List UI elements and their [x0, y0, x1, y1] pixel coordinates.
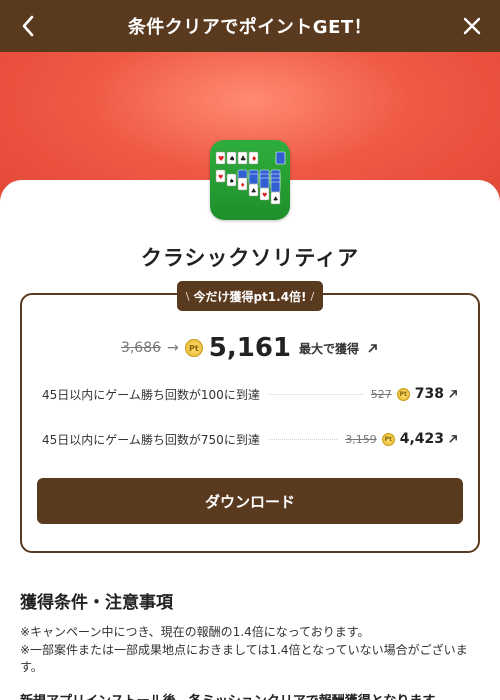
badge-label: 今だけ獲得pt1.4倍!: [193, 289, 307, 304]
close-button[interactable]: [458, 12, 486, 40]
external-arrow-icon[interactable]: [365, 341, 379, 355]
close-icon: [463, 17, 481, 35]
campaign-badge: \ 今だけ獲得pt1.4倍! /: [177, 281, 323, 311]
point-coin-icon: Pt: [381, 432, 395, 446]
old-total-points: 3,686: [120, 340, 162, 356]
arrow-right-icon: →: [167, 340, 179, 356]
badge-left-deco: \: [185, 289, 190, 303]
svg-text:♣: ♣: [273, 196, 278, 203]
condition-row: 45日以内にゲーム勝ち回数が100に到達 527 Pt 738: [42, 383, 460, 405]
chevron-left-icon: [22, 15, 34, 37]
svg-text:♠: ♠: [229, 155, 235, 163]
condition-row: 45日以内にゲーム勝ち回数が750に到達 3,159 Pt 4,423: [42, 428, 460, 450]
svg-text:♥: ♥: [262, 192, 267, 199]
svg-text:♦: ♦: [240, 182, 245, 189]
condition-text: 45日以内にゲーム勝ち回数が750に到達: [42, 432, 260, 447]
condition-text: 45日以内にゲーム勝ち回数が100に到達: [42, 387, 260, 402]
external-arrow-icon[interactable]: [446, 387, 460, 401]
page-title: 条件クリアでポイントGET！: [127, 17, 373, 38]
external-arrow-icon[interactable]: [446, 432, 460, 446]
condition-old-points: 527: [370, 387, 392, 401]
terms-note: ※一部案件または一部成果地点におきましては1.4倍となっていない場合がございま: [20, 643, 468, 657]
new-total-points: 5,161: [208, 333, 292, 363]
svg-text:♥: ♥: [218, 174, 223, 181]
app-name: クラシックソリティア: [140, 246, 360, 270]
svg-text:♠: ♠: [229, 178, 234, 185]
dotted-leader: [267, 393, 363, 395]
dotted-leader: [267, 438, 338, 440]
point-coin-icon: Pt: [184, 339, 203, 357]
point-coin-icon: Pt: [396, 387, 410, 401]
terms-note: ※キャンペーン中につき、現在の報酬の1.4倍になっております。: [20, 625, 370, 639]
condition-new-points: 738: [414, 386, 444, 402]
terms-section-title: 獲得条件・注意事項: [20, 593, 173, 613]
svg-text:♦: ♦: [251, 155, 257, 163]
badge-right-deco: /: [310, 289, 315, 303]
download-button[interactable]: ダウンロード: [37, 478, 463, 524]
svg-text:♣: ♣: [251, 188, 256, 195]
back-button[interactable]: [14, 12, 42, 40]
condition-new-points: 4,423: [399, 431, 444, 447]
header-bar: 条件クリアでポイントGET！: [0, 0, 500, 52]
max-earn-label: 最大で獲得: [299, 341, 360, 356]
condition-old-points: 3,159: [345, 432, 377, 446]
terms-note: す。: [20, 660, 43, 674]
terms-next-line: 新規アプリインストール後、各ミッションクリアで報酬獲得となります。: [20, 690, 447, 700]
svg-text:♣: ♣: [240, 155, 246, 163]
solitaire-app-icon: ♥ ♠ ♣ ♦ ♥ ♠ ♦ ♣ ♥ ♣: [210, 140, 290, 220]
total-points-row: 3,686 → Pt 5,161 最大で獲得: [0, 333, 500, 363]
svg-text:♥: ♥: [218, 155, 224, 163]
